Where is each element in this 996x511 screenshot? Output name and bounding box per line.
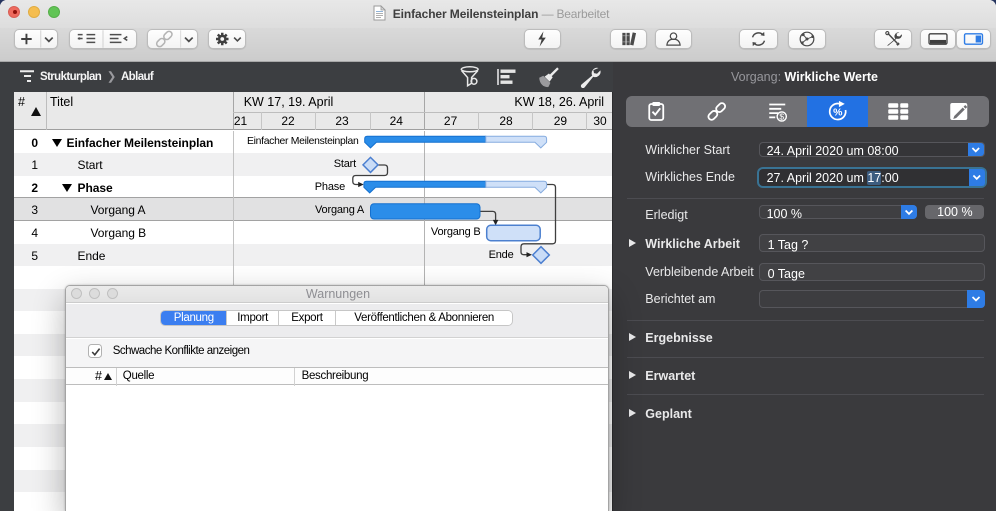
svg-text:%: % bbox=[833, 106, 843, 118]
svg-text:$: $ bbox=[779, 112, 784, 122]
